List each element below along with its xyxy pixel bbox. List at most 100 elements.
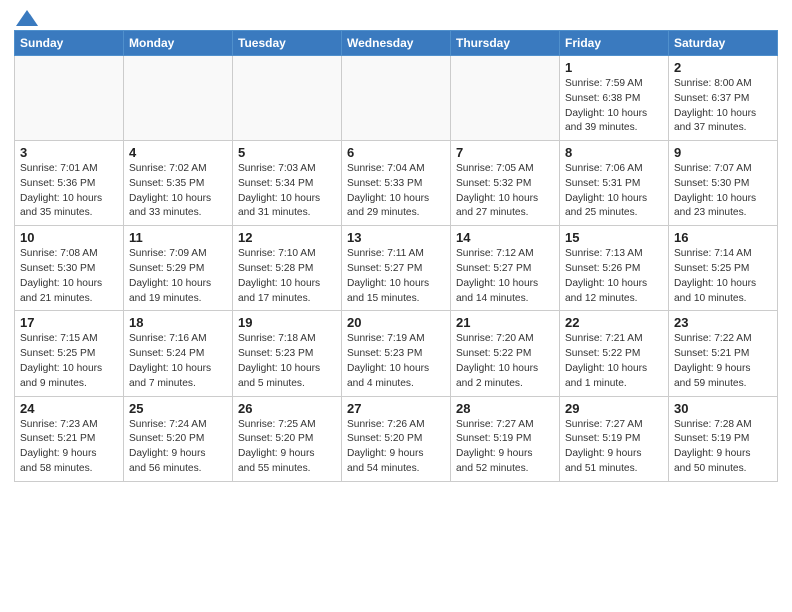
day-info: Sunrise: 7:04 AM Sunset: 5:33 PM Dayligh…: [347, 162, 445, 221]
weekday-header-sunday: Sunday: [15, 31, 124, 56]
day-number: 19: [238, 315, 336, 330]
day-info: Sunrise: 7:27 AM Sunset: 5:19 PM Dayligh…: [565, 418, 663, 477]
day-number: 6: [347, 145, 445, 160]
calendar-cell: 29Sunrise: 7:27 AM Sunset: 5:19 PM Dayli…: [560, 396, 669, 481]
day-info: Sunrise: 7:11 AM Sunset: 5:27 PM Dayligh…: [347, 247, 445, 306]
calendar-cell: 28 Sunrise: 7:27 AM Sunset: 5:19 PM Dayli…: [451, 396, 560, 481]
calendar-cell: [342, 56, 451, 141]
day-number: 24: [20, 401, 118, 416]
day-info: Sunrise: 7:12 AM Sunset: 5:27 PM Dayligh…: [456, 247, 554, 306]
calendar-cell: 17 Sunrise: 7:15 AM Sunset: 5:25 PM Dayli…: [15, 311, 124, 396]
day-info: Sunrise: 7:18 AM Sunset: 5:23 PM Dayligh…: [238, 332, 336, 391]
weekday-header-thursday: Thursday: [451, 31, 560, 56]
day-info: Sunrise: 7:10 AM Sunset: 5:28 PM Dayligh…: [238, 247, 336, 306]
calendar-cell: 7 Sunrise: 7:05 AM Sunset: 5:32 PM Daylig…: [451, 141, 560, 226]
day-number: 9: [674, 145, 772, 160]
day-info: Sunrise: 7:59 AM Sunset: 6:38 PM Dayligh…: [565, 77, 663, 136]
day-number: 15: [565, 230, 663, 245]
weekday-header-friday: Friday: [560, 31, 669, 56]
calendar-cell: 5 Sunrise: 7:03 AM Sunset: 5:34 PM Daylig…: [233, 141, 342, 226]
calendar-row-3: 10Sunrise: 7:08 AM Sunset: 5:30 PM Dayli…: [15, 226, 778, 311]
calendar-cell: 23Sunrise: 7:22 AM Sunset: 5:21 PM Dayli…: [669, 311, 778, 396]
calendar-cell: 9Sunrise: 7:07 AM Sunset: 5:30 PM Daylig…: [669, 141, 778, 226]
day-number: 26: [238, 401, 336, 416]
day-number: 3: [20, 145, 118, 160]
day-number: 8: [565, 145, 663, 160]
day-number: 18: [129, 315, 227, 330]
calendar-cell: 25 Sunrise: 7:24 AM Sunset: 5:20 PM Dayli…: [124, 396, 233, 481]
day-number: 5: [238, 145, 336, 160]
header: [14, 10, 778, 26]
day-info: Sunrise: 7:02 AM Sunset: 5:35 PM Dayligh…: [129, 162, 227, 221]
weekday-header-row: SundayMondayTuesdayWednesdayThursdayFrid…: [15, 31, 778, 56]
calendar-cell: 6 Sunrise: 7:04 AM Sunset: 5:33 PM Daylig…: [342, 141, 451, 226]
day-info: Sunrise: 7:27 AM Sunset: 5:19 PM Dayligh…: [456, 418, 554, 477]
calendar-cell: 12 Sunrise: 7:10 AM Sunset: 5:28 PM Dayli…: [233, 226, 342, 311]
day-number: 17: [20, 315, 118, 330]
day-number: 23: [674, 315, 772, 330]
weekday-header-monday: Monday: [124, 31, 233, 56]
day-info: Sunrise: 7:26 AM Sunset: 5:20 PM Dayligh…: [347, 418, 445, 477]
calendar-cell: 10Sunrise: 7:08 AM Sunset: 5:30 PM Dayli…: [15, 226, 124, 311]
calendar-cell: 16 Sunrise: 7:14 AM Sunset: 5:25 PM Dayli…: [669, 226, 778, 311]
calendar-table: SundayMondayTuesdayWednesdayThursdayFrid…: [14, 30, 778, 482]
day-number: 12: [238, 230, 336, 245]
page-container: SundayMondayTuesdayWednesdayThursdayFrid…: [0, 0, 792, 488]
day-info: Sunrise: 7:19 AM Sunset: 5:23 PM Dayligh…: [347, 332, 445, 391]
calendar-row-2: 3 Sunrise: 7:01 AM Sunset: 5:36 PM Daylig…: [15, 141, 778, 226]
calendar-cell: 27 Sunrise: 7:26 AM Sunset: 5:20 PM Dayli…: [342, 396, 451, 481]
calendar-cell: 4 Sunrise: 7:02 AM Sunset: 5:35 PM Daylig…: [124, 141, 233, 226]
calendar-cell: 20Sunrise: 7:19 AM Sunset: 5:23 PM Dayli…: [342, 311, 451, 396]
day-info: Sunrise: 7:28 AM Sunset: 5:19 PM Dayligh…: [674, 418, 772, 477]
calendar-cell: [233, 56, 342, 141]
calendar-cell: 2 Sunrise: 8:00 AM Sunset: 6:37 PM Daylig…: [669, 56, 778, 141]
calendar-cell: 8 Sunrise: 7:06 AM Sunset: 5:31 PM Daylig…: [560, 141, 669, 226]
day-info: Sunrise: 7:09 AM Sunset: 5:29 PM Dayligh…: [129, 247, 227, 306]
day-info: Sunrise: 7:24 AM Sunset: 5:20 PM Dayligh…: [129, 418, 227, 477]
calendar-cell: 18 Sunrise: 7:16 AM Sunset: 5:24 PM Dayli…: [124, 311, 233, 396]
day-number: 7: [456, 145, 554, 160]
day-info: Sunrise: 7:25 AM Sunset: 5:20 PM Dayligh…: [238, 418, 336, 477]
calendar-row-4: 17 Sunrise: 7:15 AM Sunset: 5:25 PM Dayli…: [15, 311, 778, 396]
weekday-header-wednesday: Wednesday: [342, 31, 451, 56]
day-info: Sunrise: 7:08 AM Sunset: 5:30 PM Dayligh…: [20, 247, 118, 306]
day-number: 1: [565, 60, 663, 75]
day-number: 16: [674, 230, 772, 245]
calendar-cell: 11 Sunrise: 7:09 AM Sunset: 5:29 PM Dayli…: [124, 226, 233, 311]
calendar-cell: 13 Sunrise: 7:11 AM Sunset: 5:27 PM Dayli…: [342, 226, 451, 311]
day-number: 22: [565, 315, 663, 330]
day-info: Sunrise: 7:15 AM Sunset: 5:25 PM Dayligh…: [20, 332, 118, 391]
day-info: Sunrise: 7:06 AM Sunset: 5:31 PM Dayligh…: [565, 162, 663, 221]
day-number: 30: [674, 401, 772, 416]
calendar-cell: [15, 56, 124, 141]
day-number: 11: [129, 230, 227, 245]
day-number: 25: [129, 401, 227, 416]
weekday-header-saturday: Saturday: [669, 31, 778, 56]
day-info: Sunrise: 7:14 AM Sunset: 5:25 PM Dayligh…: [674, 247, 772, 306]
weekday-header-tuesday: Tuesday: [233, 31, 342, 56]
day-info: Sunrise: 7:03 AM Sunset: 5:34 PM Dayligh…: [238, 162, 336, 221]
day-info: Sunrise: 7:21 AM Sunset: 5:22 PM Dayligh…: [565, 332, 663, 391]
calendar-row-1: 1 Sunrise: 7:59 AM Sunset: 6:38 PM Daylig…: [15, 56, 778, 141]
day-number: 4: [129, 145, 227, 160]
calendar-cell: 22 Sunrise: 7:21 AM Sunset: 5:22 PM Dayli…: [560, 311, 669, 396]
day-number: 27: [347, 401, 445, 416]
day-number: 28: [456, 401, 554, 416]
day-info: Sunrise: 8:00 AM Sunset: 6:37 PM Dayligh…: [674, 77, 772, 136]
calendar-cell: 26 Sunrise: 7:25 AM Sunset: 5:20 PM Dayli…: [233, 396, 342, 481]
calendar-cell: 24 Sunrise: 7:23 AM Sunset: 5:21 PM Dayli…: [15, 396, 124, 481]
day-info: Sunrise: 7:20 AM Sunset: 5:22 PM Dayligh…: [456, 332, 554, 391]
calendar-cell: [124, 56, 233, 141]
calendar-cell: 1 Sunrise: 7:59 AM Sunset: 6:38 PM Daylig…: [560, 56, 669, 141]
day-info: Sunrise: 7:13 AM Sunset: 5:26 PM Dayligh…: [565, 247, 663, 306]
day-info: Sunrise: 7:16 AM Sunset: 5:24 PM Dayligh…: [129, 332, 227, 391]
day-info: Sunrise: 7:23 AM Sunset: 5:21 PM Dayligh…: [20, 418, 118, 477]
calendar-cell: 21Sunrise: 7:20 AM Sunset: 5:22 PM Dayli…: [451, 311, 560, 396]
day-info: Sunrise: 7:01 AM Sunset: 5:36 PM Dayligh…: [20, 162, 118, 221]
logo-icon: [16, 10, 38, 26]
day-info: Sunrise: 7:05 AM Sunset: 5:32 PM Dayligh…: [456, 162, 554, 221]
day-number: 13: [347, 230, 445, 245]
calendar-row-5: 24 Sunrise: 7:23 AM Sunset: 5:21 PM Dayli…: [15, 396, 778, 481]
calendar-cell: 3 Sunrise: 7:01 AM Sunset: 5:36 PM Daylig…: [15, 141, 124, 226]
day-number: 2: [674, 60, 772, 75]
